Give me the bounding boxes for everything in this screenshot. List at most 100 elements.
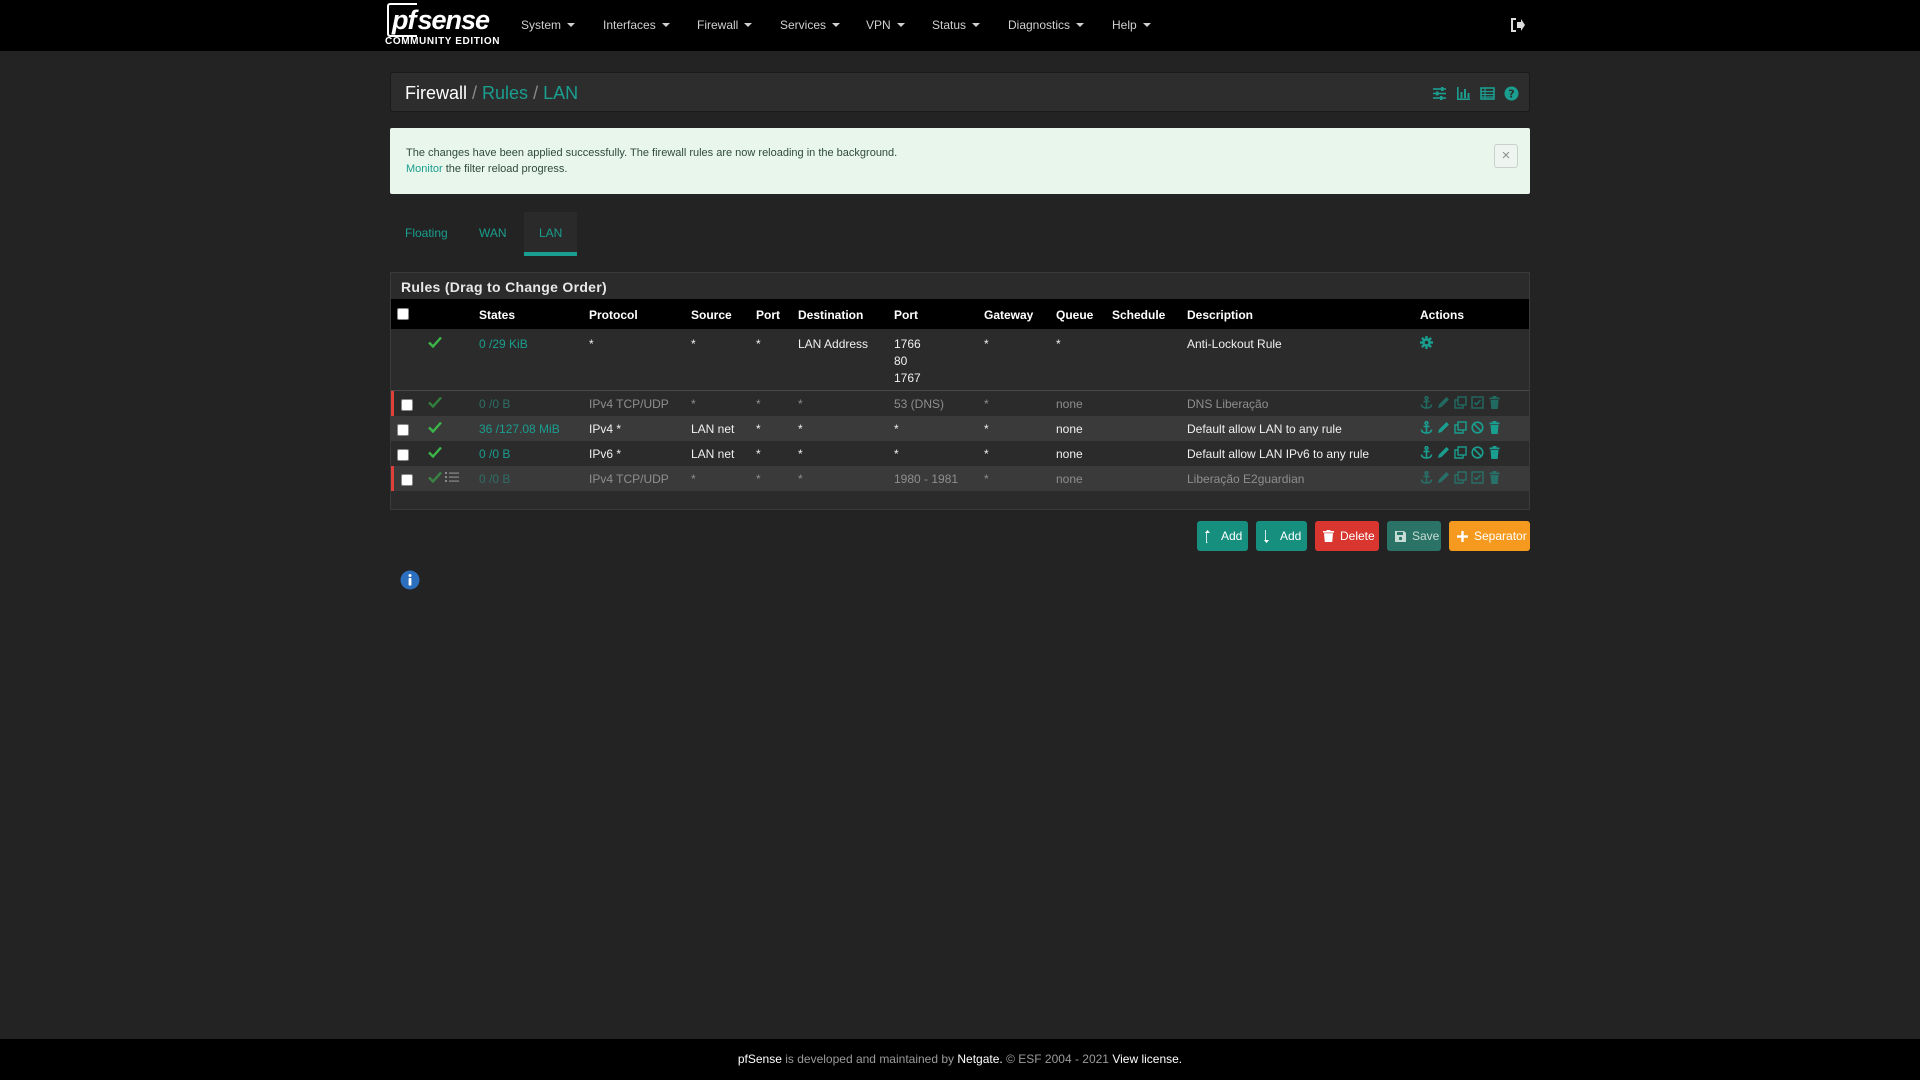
col-destination: Destination bbox=[798, 308, 864, 322]
rule-states[interactable]: 0 /0 B bbox=[479, 397, 510, 411]
nav-vpn[interactable]: VPN bbox=[866, 18, 905, 32]
rule-destination: * bbox=[798, 422, 803, 436]
pencil-icon[interactable] bbox=[1437, 471, 1450, 484]
caret-down-icon bbox=[1142, 23, 1151, 27]
check-icon bbox=[428, 336, 442, 348]
bar-chart-icon[interactable] bbox=[1456, 86, 1471, 101]
check-icon bbox=[428, 396, 442, 408]
rule-states[interactable]: 36 /127.08 MiB bbox=[479, 422, 560, 436]
copy-icon[interactable] bbox=[1454, 446, 1467, 459]
nav-system[interactable]: System bbox=[521, 18, 576, 32]
trash-icon[interactable] bbox=[1488, 446, 1501, 459]
table-row[interactable]: 36 /127.08 MiB IPv4 * LAN net * * * * no… bbox=[391, 416, 1529, 441]
list-ordered-icon bbox=[445, 472, 459, 482]
rules-panel-title: Rules (Drag to Change Order) bbox=[401, 279, 607, 295]
table-icon[interactable] bbox=[1480, 86, 1495, 101]
rule-states[interactable]: 0 /0 B bbox=[479, 447, 510, 461]
delete-button[interactable]: Delete bbox=[1315, 521, 1379, 551]
breadcrumb-lan[interactable]: LAN bbox=[543, 83, 578, 103]
breadcrumb-rules[interactable]: Rules bbox=[482, 83, 528, 103]
add-rule-top-button[interactable]: Add bbox=[1197, 521, 1248, 551]
info-circle-icon[interactable] bbox=[400, 570, 420, 590]
tab-wan[interactable]: WAN bbox=[479, 226, 507, 240]
rule-dest-port: 1980 - 1981 bbox=[894, 472, 959, 486]
rules-panel: Rules (Drag to Change Order) States Prot… bbox=[390, 272, 1530, 510]
col-states: States bbox=[479, 308, 516, 322]
save-button[interactable]: Save bbox=[1387, 521, 1441, 551]
caret-down-icon bbox=[661, 23, 670, 27]
nav-diagnostics[interactable]: Diagnostics bbox=[1008, 18, 1085, 32]
caret-down-icon bbox=[744, 23, 753, 27]
rule-destination: LAN Address bbox=[798, 337, 869, 351]
ban-icon[interactable] bbox=[1471, 446, 1484, 459]
rule-dest-port: 53 (DNS) bbox=[894, 397, 945, 411]
row-checkbox[interactable] bbox=[397, 424, 409, 436]
nav-firewall[interactable]: Firewall bbox=[697, 18, 753, 32]
check-icon bbox=[428, 421, 442, 433]
trash-icon[interactable] bbox=[1488, 421, 1501, 434]
gear-icon[interactable] bbox=[1420, 336, 1433, 349]
caret-down-icon bbox=[567, 23, 576, 27]
rule-states[interactable]: 0 /0 B bbox=[479, 472, 510, 486]
alert-message: The changes have been applied successful… bbox=[406, 147, 898, 159]
row-checkbox[interactable] bbox=[397, 449, 409, 461]
pencil-icon[interactable] bbox=[1437, 396, 1450, 409]
anchor-icon[interactable] bbox=[1420, 395, 1433, 409]
table-row[interactable]: 0 /0 B IPv4 TCP/UDP * * * 53 (DNS) * non… bbox=[391, 391, 1529, 416]
table-row[interactable]: 0 /0 B IPv4 TCP/UDP * * * 1980 - 1981 * … bbox=[391, 466, 1529, 491]
tab-floating[interactable]: Floating bbox=[405, 226, 448, 240]
sliders-icon[interactable] bbox=[1432, 86, 1447, 101]
question-circle-icon[interactable]: ? bbox=[1504, 86, 1519, 101]
select-all-checkbox[interactable] bbox=[397, 308, 409, 320]
ban-icon[interactable] bbox=[1471, 421, 1484, 434]
copy-icon[interactable] bbox=[1454, 471, 1467, 484]
view-license-link[interactable]: View license. bbox=[1112, 1052, 1182, 1066]
rule-gateway: * bbox=[984, 422, 989, 436]
nav-help[interactable]: Help bbox=[1112, 18, 1151, 32]
trash-icon[interactable] bbox=[1488, 471, 1501, 484]
nav-interfaces[interactable]: Interfaces bbox=[603, 18, 670, 32]
pencil-icon[interactable] bbox=[1437, 421, 1450, 434]
rule-source-port: * bbox=[756, 397, 761, 411]
check-icon bbox=[428, 471, 442, 483]
caret-down-icon bbox=[972, 23, 981, 27]
rule-states[interactable]: 0 /29 KiB bbox=[479, 337, 528, 351]
rule-queue: none bbox=[1056, 472, 1083, 486]
check-square-icon[interactable] bbox=[1471, 471, 1484, 484]
check-square-icon[interactable] bbox=[1471, 396, 1484, 409]
netgate-link[interactable]: Netgate. bbox=[957, 1052, 1002, 1066]
tab-lan[interactable]: LAN bbox=[539, 226, 562, 240]
rule-gateway: * bbox=[984, 472, 989, 486]
plus-icon bbox=[1457, 530, 1468, 542]
table-row[interactable]: 0 /29 KiB * * * LAN Address 1766 80 1767… bbox=[391, 329, 1529, 391]
logo-mark: pfsense bbox=[387, 3, 490, 37]
rule-source: * bbox=[691, 472, 696, 486]
pfsense-logo[interactable]: pfsense COMMUNITY EDITION bbox=[385, 3, 499, 47]
copy-icon[interactable] bbox=[1454, 421, 1467, 434]
col-queue: Queue bbox=[1056, 308, 1094, 322]
row-checkbox[interactable] bbox=[401, 399, 413, 411]
rule-gateway: * bbox=[984, 337, 989, 351]
trash-icon[interactable] bbox=[1488, 396, 1501, 409]
pencil-icon[interactable] bbox=[1437, 446, 1450, 459]
sign-out-icon[interactable] bbox=[1510, 17, 1526, 33]
anchor-icon[interactable] bbox=[1420, 470, 1433, 484]
copy-icon[interactable] bbox=[1454, 396, 1467, 409]
rule-protocol: IPv4 * bbox=[589, 422, 622, 436]
level-up-icon bbox=[1205, 529, 1210, 543]
anchor-icon[interactable] bbox=[1420, 420, 1433, 434]
rule-gateway: * bbox=[984, 447, 989, 461]
anchor-icon[interactable] bbox=[1420, 445, 1433, 459]
col-actions: Actions bbox=[1420, 308, 1465, 322]
rule-dest-port: * bbox=[894, 447, 899, 461]
add-rule-bottom-button[interactable]: Add bbox=[1256, 521, 1307, 551]
row-checkbox[interactable] bbox=[401, 474, 413, 486]
table-row[interactable]: 0 /0 B IPv6 * LAN net * * * * none Defau… bbox=[391, 441, 1529, 466]
nav-services[interactable]: Services bbox=[780, 18, 841, 32]
monitor-link[interactable]: Monitor bbox=[406, 163, 443, 175]
add-separator-button[interactable]: Separator bbox=[1449, 521, 1530, 551]
nav-status[interactable]: Status bbox=[932, 18, 981, 32]
alert-close-button[interactable]: × bbox=[1494, 144, 1518, 168]
alert-message-2: Monitor the filter reload progress. bbox=[406, 163, 568, 175]
breadcrumb-panel: Firewall / Rules / LAN ? bbox=[390, 72, 1530, 112]
